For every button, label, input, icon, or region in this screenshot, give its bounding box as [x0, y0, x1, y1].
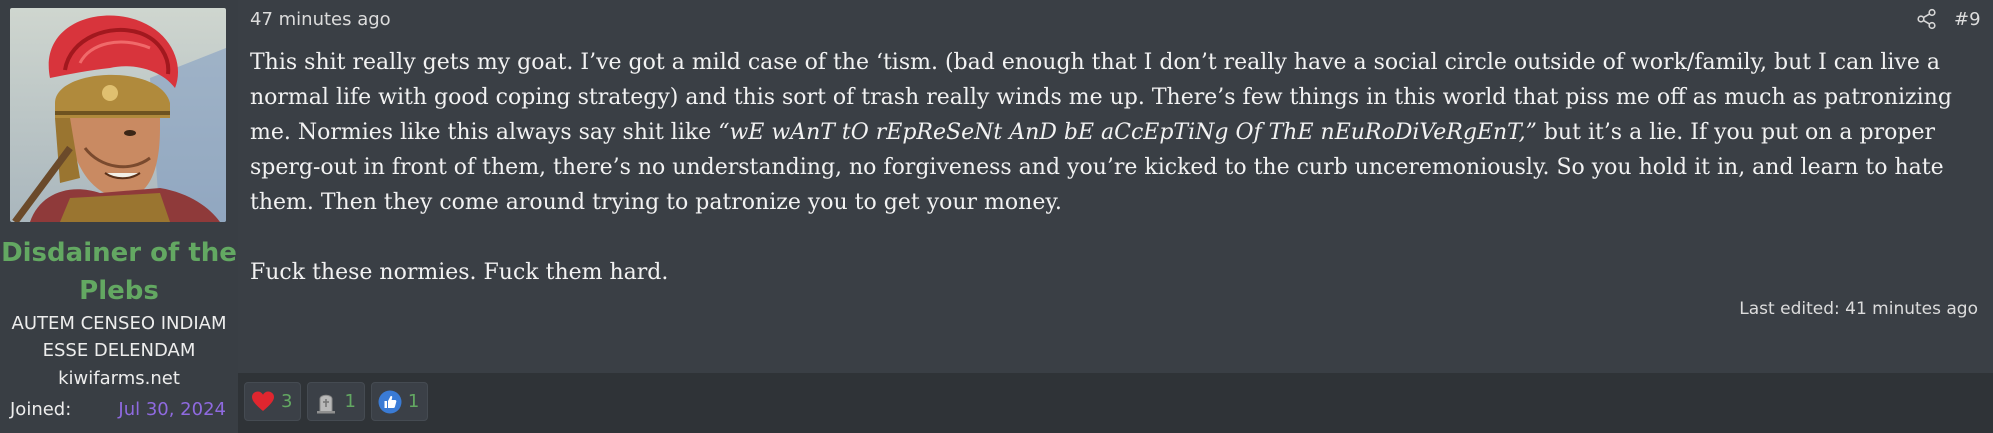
username[interactable]: Disdainer of the Plebs: [0, 234, 238, 310]
paragraph-1-quote: “wE wAnT tO rEpReSeNt AnD bE aCcEpTiNg O…: [718, 120, 1537, 145]
post-main: 47 minutes ago #9 This shit really gets …: [238, 0, 1993, 433]
user-avatar[interactable]: [10, 8, 226, 222]
tombstone-icon: [317, 394, 336, 413]
post-timestamp[interactable]: 47 minutes ago: [250, 8, 391, 32]
reaction-heart-count: 3: [281, 390, 293, 412]
user-site: kiwifarms.net: [58, 368, 180, 389]
reactions-bar: 3 1 1: [244, 382, 429, 421]
reaction-tombstone[interactable]: 1: [307, 382, 365, 421]
thumbs-up-icon: [378, 390, 402, 413]
reaction-like-count: 1: [407, 390, 420, 412]
user-title: AUTEM CENSEO INDIAM ESSE DELENDAM: [11, 313, 227, 361]
post-number[interactable]: #9: [1954, 8, 1981, 32]
user-sidebar: Disdainer of the Plebs AUTEM CENSEO INDI…: [0, 0, 238, 433]
forum-post: Disdainer of the Plebs AUTEM CENSEO INDI…: [0, 0, 1993, 433]
reaction-tombstone-count: 1: [344, 390, 356, 412]
reaction-heart[interactable]: 3: [244, 382, 302, 421]
last-edited[interactable]: Last edited: 41 minutes ago: [1739, 297, 1978, 321]
joined-row: Joined: Jul 30, 2024: [10, 397, 226, 423]
post-body: This shit really gets my goat. I’ve got …: [250, 45, 1980, 290]
reaction-like[interactable]: 1: [370, 382, 429, 421]
heart-icon: [252, 391, 274, 411]
joined-date: Jul 30, 2024: [118, 399, 226, 420]
post-paragraph-1: This shit really gets my goat. I’ve got …: [250, 45, 1980, 220]
share-icon[interactable]: [1916, 8, 1938, 30]
post-paragraph-2: Fuck these normies. Fuck them hard.: [250, 260, 669, 285]
roman-soldier-avatar-icon: [10, 8, 226, 222]
joined-label: Joined:: [10, 399, 72, 420]
post-content: 47 minutes ago #9 This shit really gets …: [238, 0, 1993, 373]
